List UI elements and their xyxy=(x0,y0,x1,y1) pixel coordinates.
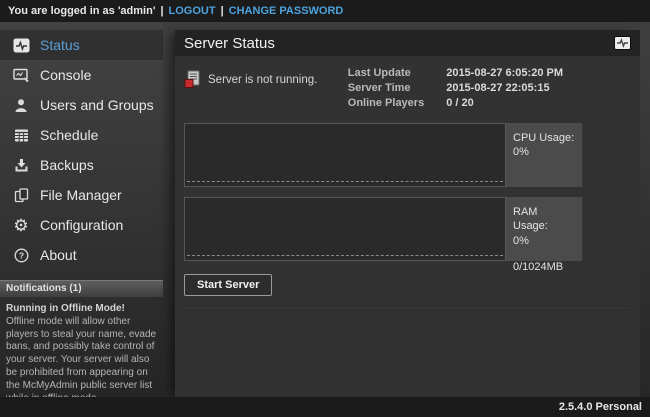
status-pulse-icon xyxy=(614,36,631,50)
server-info-table: Last Update 2015-08-27 6:05:20 PM Server… xyxy=(348,66,563,111)
info-value: 2015-08-27 6:05:20 PM xyxy=(446,66,563,81)
cpu-usage-graph xyxy=(184,123,506,187)
sidebar-item-label: File Manager xyxy=(40,187,122,203)
graph-baseline xyxy=(187,181,503,182)
sidebar-item-console[interactable]: Console xyxy=(0,60,163,90)
cpu-usage-value: 0% xyxy=(513,145,575,159)
notification-title: Running in Offline Mode! xyxy=(6,303,157,316)
server-stopped-icon xyxy=(184,70,200,89)
gear-icon: ⚙ xyxy=(12,216,30,234)
status-row: Server is not running. Last Update 2015-… xyxy=(184,66,631,111)
sidebar-item-schedule[interactable]: Schedule xyxy=(0,120,163,150)
table-row: Server Time 2015-08-27 22:05:15 xyxy=(348,81,563,96)
console-icon xyxy=(12,66,30,84)
ram-usage-graph xyxy=(184,197,506,261)
notification-text: Offline mode will allow other players to… xyxy=(6,316,157,406)
sidebar-item-users-and-groups[interactable]: Users and Groups xyxy=(0,90,163,120)
sidebar-item-file-manager[interactable]: File Manager xyxy=(0,180,163,210)
info-value: 0 / 20 xyxy=(446,96,563,111)
topbar: You are logged in as 'admin' | LOGOUT | … xyxy=(0,0,650,22)
graph-baseline xyxy=(187,255,503,256)
ram-usage-label: RAM Usage: xyxy=(513,205,575,234)
sidebar-item-label: Users and Groups xyxy=(40,97,154,113)
info-label: Server Time xyxy=(348,81,446,96)
start-server-button[interactable]: Start Server xyxy=(184,274,272,296)
status-pulse-icon xyxy=(12,36,30,54)
separator: | xyxy=(216,5,229,17)
table-row: Last Update 2015-08-27 6:05:20 PM xyxy=(348,66,563,81)
panel-header: Server Status xyxy=(175,30,640,56)
server-status-panel: Server Status Server is not running. xyxy=(175,30,640,397)
separator: | xyxy=(155,5,168,17)
server-state-text: Server is not running. xyxy=(208,74,317,86)
notifications-section: Notifications (1) Running in Offline Mod… xyxy=(0,280,163,411)
ram-usage-detail: 0/1024MB xyxy=(513,260,575,274)
sidebar-item-status[interactable]: Status xyxy=(0,30,163,60)
sidebar-item-label: Console xyxy=(40,67,91,83)
sidebar-item-backups[interactable]: Backups xyxy=(0,150,163,180)
sidebar: Status Console Users and Groups Schedule xyxy=(0,22,163,397)
panel-body: Server is not running. Last Update 2015-… xyxy=(175,56,640,397)
page-title: Server Status xyxy=(184,35,614,52)
sidebar-item-about[interactable]: ? About xyxy=(0,240,163,270)
sidebar-item-label: Configuration xyxy=(40,217,123,233)
cpu-usage-row: CPU Usage: 0% xyxy=(184,123,631,187)
ram-usage-box: RAM Usage: 0% 0/1024MB xyxy=(506,197,582,261)
logout-link[interactable]: LOGOUT xyxy=(169,5,216,17)
change-password-link[interactable]: CHANGE PASSWORD xyxy=(229,5,344,17)
main-area: Server Status Server is not running. xyxy=(163,22,650,397)
svg-text:?: ? xyxy=(18,250,23,260)
ram-usage-value: 0% xyxy=(513,234,575,248)
logged-in-text: You are logged in as 'admin' xyxy=(8,5,155,17)
sidebar-item-label: Backups xyxy=(40,157,94,173)
cpu-usage-label: CPU Usage: xyxy=(513,131,575,145)
sidebar-item-label: Schedule xyxy=(40,127,98,143)
sidebar-item-configuration[interactable]: ⚙ Configuration xyxy=(0,210,163,240)
question-icon: ? xyxy=(12,246,30,264)
info-value: 2015-08-27 22:05:15 xyxy=(446,81,563,96)
status-module: Server is not running. Last Update 2015-… xyxy=(184,66,631,307)
file-manager-icon xyxy=(12,186,30,204)
sidebar-menu: Status Console Users and Groups Schedule xyxy=(0,22,163,270)
sidebar-item-label: About xyxy=(40,247,77,263)
schedule-icon xyxy=(12,126,30,144)
server-state: Server is not running. xyxy=(184,70,317,89)
notifications-header: Notifications (1) xyxy=(0,280,163,297)
notification-item: Running in Offline Mode! Offline mode wi… xyxy=(0,297,163,411)
table-row: Online Players 0 / 20 xyxy=(348,96,563,111)
footer: 2.5.4.0 Personal xyxy=(0,397,650,417)
version-text: 2.5.4.0 Personal xyxy=(559,401,642,413)
sidebar-item-label: Status xyxy=(40,37,80,53)
ram-usage-row: RAM Usage: 0% 0/1024MB xyxy=(184,197,631,261)
info-label: Last Update xyxy=(348,66,446,81)
cpu-usage-box: CPU Usage: 0% xyxy=(506,123,582,187)
info-label: Online Players xyxy=(348,96,446,111)
users-icon xyxy=(12,96,30,114)
backups-icon xyxy=(12,156,30,174)
